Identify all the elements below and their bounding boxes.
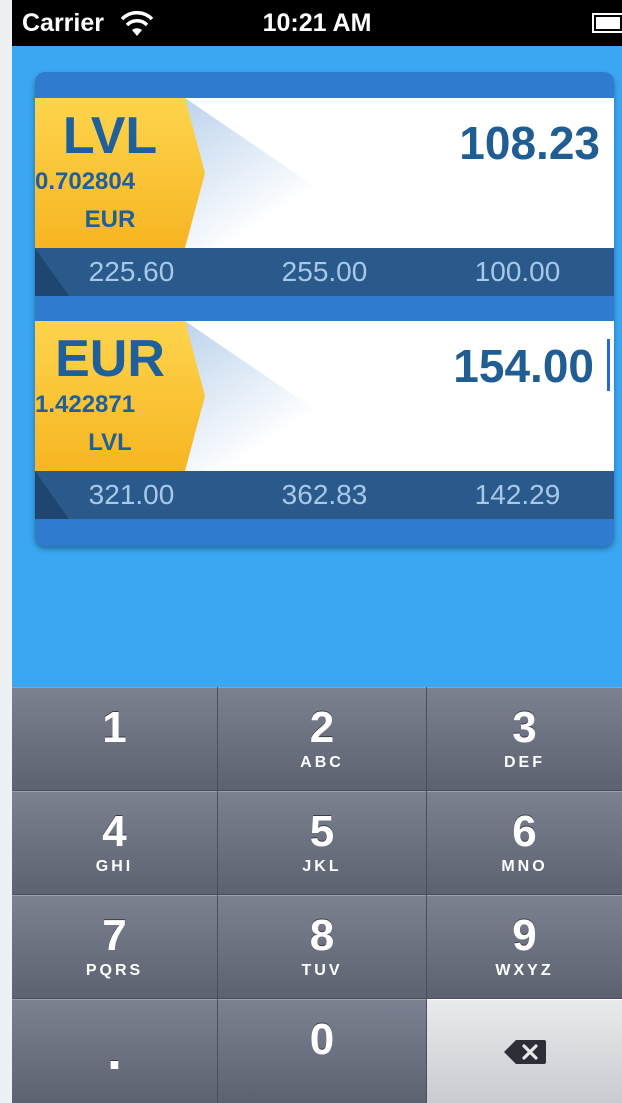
currency-code: LVL [62,107,158,165]
numeric-keypad: 1 2 ABC 3 DEF 4 GHI 5 JKL 6 MNO 7 PQRS 8… [12,687,622,1103]
quick-value[interactable]: 100.00 [475,256,561,288]
key-8[interactable]: 8 TUV [218,895,426,998]
exchange-rate: 0.702804 [35,168,136,195]
key-2[interactable]: 2 ABC [218,687,426,790]
status-bar: Carrier 10:21 AM [12,0,622,46]
key-9[interactable]: 9 WXYZ [427,895,622,998]
key-5[interactable]: 5 JKL [218,791,426,894]
target-currency: LVL [88,429,132,456]
text-caret [607,339,610,391]
key-letters: DEF [504,754,545,771]
currency-code: EUR [55,330,165,388]
backspace-icon [503,1039,546,1064]
app-screen: Carrier 10:21 AM LVL 0.702804 EUR 108.23… [12,0,622,1103]
quick-value[interactable]: 362.83 [282,479,368,511]
amount-input[interactable]: 154.00 [453,343,594,389]
target-currency: EUR [84,206,136,233]
key-3[interactable]: 3 DEF [427,687,622,790]
key-digit: 9 [512,911,537,960]
status-time: 10:21 AM [262,9,372,37]
exchange-rate: 1.422871 [35,391,136,418]
quick-value[interactable]: 321.00 [89,479,175,511]
converter-row-lvl[interactable]: LVL 0.702804 EUR 108.23 225.60 255.00 10… [35,98,614,298]
key-6[interactable]: 6 MNO [427,791,622,894]
key-digit: 7 [102,911,127,960]
key-decimal[interactable]: . [12,999,217,1103]
currency-badge[interactable]: LVL 0.702804 EUR [35,98,205,248]
quick-value[interactable]: 225.60 [89,256,175,288]
delete-key[interactable] [427,999,622,1103]
amount-value[interactable]: 108.23 [459,120,600,166]
key-digit: 4 [102,807,127,856]
key-7[interactable]: 7 PQRS [12,895,217,998]
key-1[interactable]: 1 [12,687,217,790]
converter-panel: LVL 0.702804 EUR 108.23 225.60 255.00 10… [35,72,614,546]
converter-row-eur[interactable]: EUR 1.422871 LVL 154.00 321.00 362.83 14… [35,321,614,521]
battery-icon [592,13,622,33]
key-digit: 8 [309,911,335,960]
key-letters: MNO [501,858,548,875]
quick-value[interactable]: 255.00 [282,256,368,288]
key-letters: PQRS [85,962,144,979]
key-letters: JKL [302,858,342,875]
quick-value[interactable]: 142.29 [475,479,561,511]
key-letters: TUV [301,962,343,979]
currency-badge[interactable]: EUR 1.422871 LVL [35,321,205,471]
key-digit: 1 [102,703,127,752]
quick-values-bar: 321.00 362.83 142.29 [35,471,614,519]
key-letters: WXYZ [495,962,554,979]
key-4[interactable]: 4 GHI [12,791,217,894]
key-digit: 0 [309,1015,335,1064]
key-letters: GHI [95,858,134,875]
key-0[interactable]: 0 [218,999,426,1103]
quick-values-bar: 225.60 255.00 100.00 [35,248,614,296]
key-digit: 2 [309,703,335,752]
key-digit: . [106,1021,122,1081]
key-digit: 3 [512,703,537,752]
key-digit: 5 [309,807,335,856]
key-digit: 6 [512,807,537,856]
key-letters: ABC [300,754,344,771]
